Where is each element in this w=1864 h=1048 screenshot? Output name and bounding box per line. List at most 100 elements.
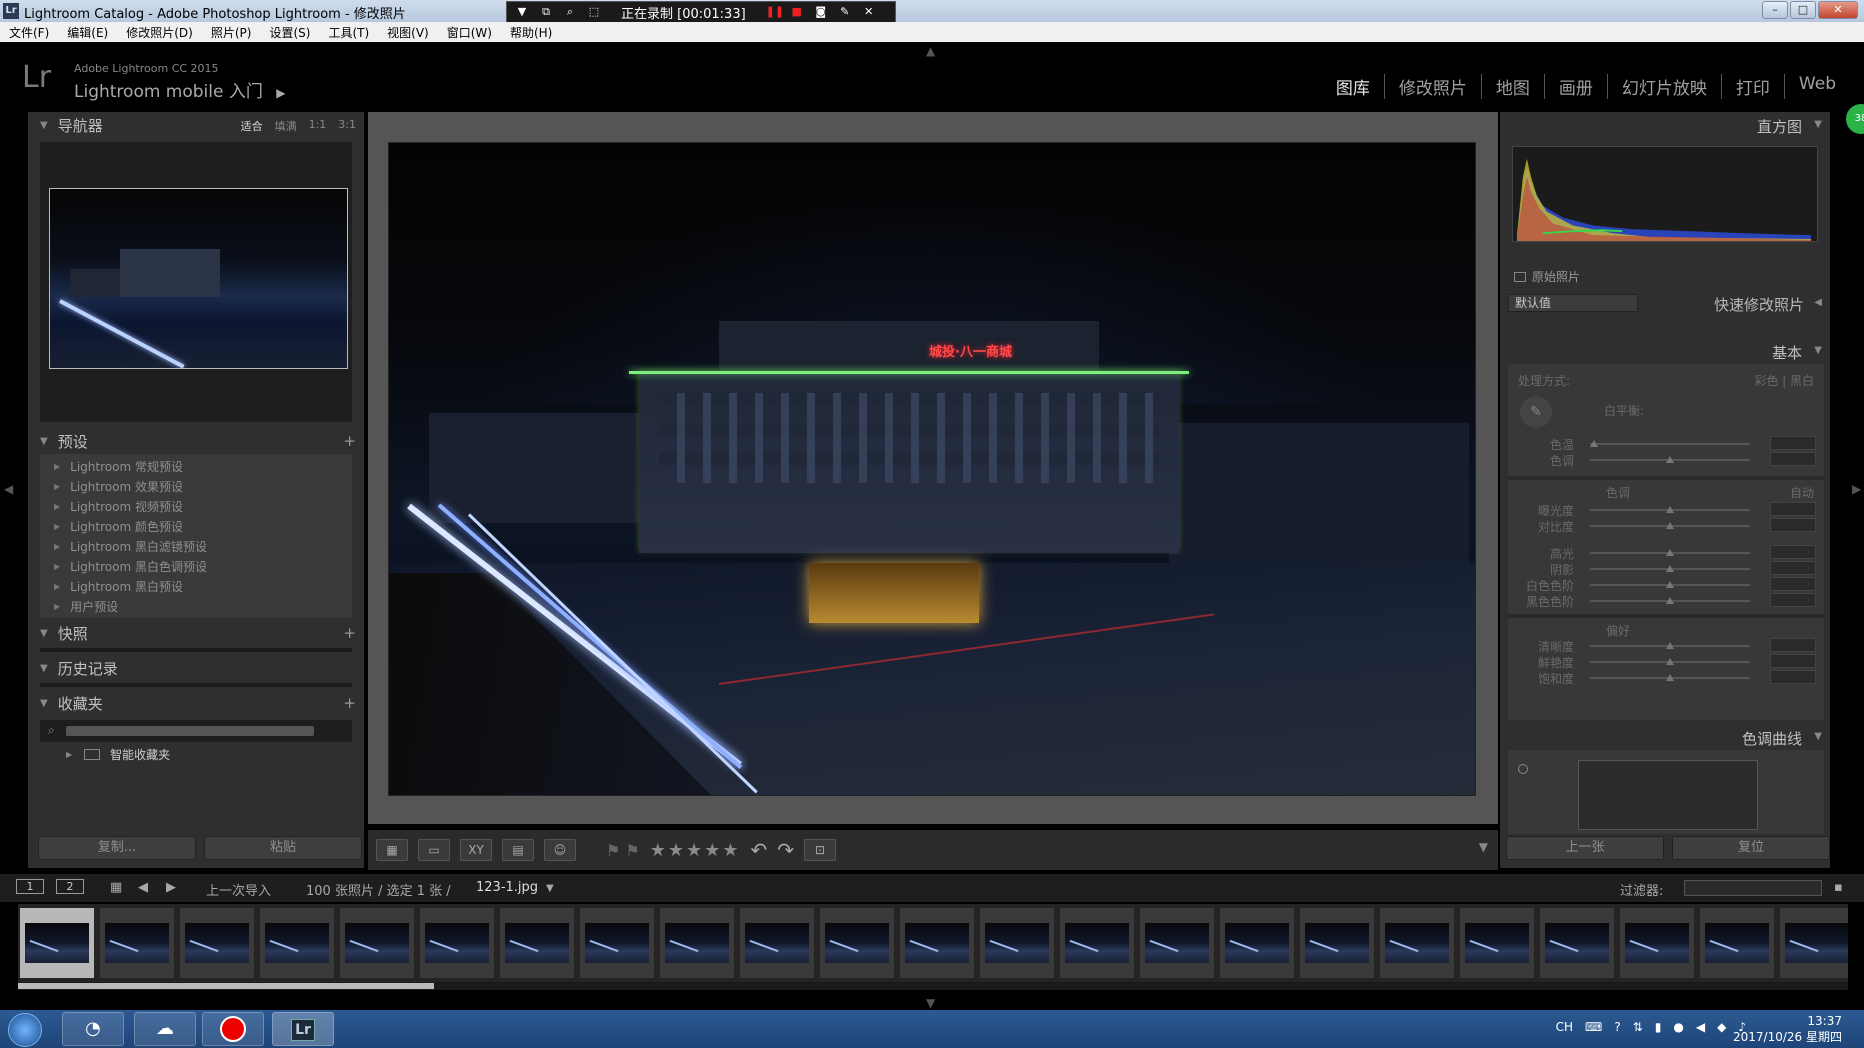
history-header[interactable]: ▼ 历史记录 <box>28 655 364 681</box>
slider-value[interactable] <box>1770 638 1816 652</box>
menu-photo[interactable]: 照片(P) <box>202 22 261 42</box>
toolbar-dropdown-icon[interactable]: ▼ <box>1479 840 1488 854</box>
flag-icons[interactable]: ⚑ ⚑ <box>606 841 640 860</box>
filmstrip-thumbnail[interactable] <box>1300 908 1374 978</box>
navigator-thumbnail[interactable] <box>49 188 348 369</box>
battery-icon[interactable]: ▮ <box>1655 1020 1662 1034</box>
filmstrip-thumbnail[interactable] <box>1220 908 1294 978</box>
dropdown-icon[interactable]: ▼ <box>515 5 529 19</box>
histogram-header[interactable]: 直方图 ▼ <box>1500 112 1830 138</box>
preset-folder[interactable]: ▶ Lightroom 黑白预设 <box>40 576 352 596</box>
filmstrip-thumbnail[interactable] <box>1700 908 1774 978</box>
shield-icon[interactable]: ◆ <box>1717 1020 1726 1034</box>
slider-clarity[interactable]: 清晰度 <box>1516 638 1816 654</box>
filmstrip-thumbnail[interactable] <box>340 908 414 978</box>
menu-file[interactable]: 文件(F) <box>0 22 58 42</box>
menu-view[interactable]: 视图(V) <box>378 22 438 42</box>
slider-highlights[interactable]: 高光 <box>1516 545 1816 561</box>
collections-header[interactable]: ▼ 收藏夹 + <box>28 690 364 716</box>
slider-contrast[interactable]: 对比度 <box>1516 518 1816 534</box>
slider-value[interactable] <box>1770 502 1816 516</box>
collection-item[interactable]: ▶ 智能收藏夹 <box>40 742 352 766</box>
filmstrip-thumbnail[interactable] <box>420 908 494 978</box>
collapse-icon[interactable]: ◀ <box>1814 297 1822 308</box>
preset-folder[interactable]: ▶ Lightroom 颜色预设 <box>40 516 352 536</box>
menu-develop[interactable]: 修改照片(D) <box>117 22 202 42</box>
filmstrip-thumbnail[interactable] <box>740 908 814 978</box>
zoom-fit[interactable]: 适合 <box>241 118 263 134</box>
reset-button[interactable]: 复位 <box>1672 836 1830 860</box>
filename[interactable]: 123-1.jpg <box>476 880 538 895</box>
slider-value[interactable] <box>1770 670 1816 684</box>
preset-folder[interactable]: ▶ Lightroom 常规预设 <box>40 456 352 476</box>
preset-folder[interactable]: ▶ 用户预设 <box>40 596 352 616</box>
main-photo[interactable]: 城投·八一商城 <box>388 142 1476 796</box>
collapse-left-icon[interactable]: ◀ <box>4 482 13 496</box>
taskbar-cloud[interactable]: ☁ <box>134 1012 196 1046</box>
filmstrip-thumbnail[interactable] <box>1540 908 1614 978</box>
taskbar-recorder[interactable] <box>202 1012 264 1046</box>
filmstrip-thumbnail[interactable] <box>1060 908 1134 978</box>
zoom-3-1[interactable]: 3:1 <box>338 118 356 134</box>
filmstrip-thumbnail[interactable] <box>100 908 174 978</box>
preset-folder[interactable]: ▶ Lightroom 黑白色调预设 <box>40 556 352 576</box>
collections-search[interactable]: ⌕ <box>40 720 352 742</box>
menu-settings[interactable]: 设置(S) <box>260 22 319 42</box>
filmstrip-thumbnail[interactable] <box>980 908 1054 978</box>
preset-select[interactable]: 默认值 <box>1508 294 1638 312</box>
zoom-icon[interactable]: ⌕ <box>563 5 577 19</box>
window-icon[interactable]: ⧉ <box>539 5 553 19</box>
snapshots-header[interactable]: ▼ 快照 + <box>28 620 364 646</box>
loupe-view-icon[interactable]: ▭ <box>418 839 450 861</box>
menu-help[interactable]: 帮助(H) <box>501 22 561 42</box>
zoom-fill[interactable]: 填满 <box>275 118 297 134</box>
pause-icon[interactable]: ❚❚ <box>766 5 784 19</box>
eyedropper-icon[interactable]: ✎ <box>1520 396 1552 428</box>
filmstrip-thumbnail[interactable] <box>260 908 334 978</box>
grid-view-icon[interactable]: ▦ <box>376 839 408 861</box>
close-button[interactable]: ✕ <box>1818 1 1858 19</box>
slider-tint[interactable]: 色调 <box>1516 452 1816 468</box>
preset-folder[interactable]: ▶ Lightroom 视频预设 <box>40 496 352 516</box>
maximize-button[interactable]: □ <box>1790 1 1816 19</box>
module-library[interactable]: 图库 <box>1322 74 1384 99</box>
filmstrip-thumbnail[interactable] <box>580 908 654 978</box>
auto-tone-button[interactable]: 自动 <box>1790 484 1814 501</box>
zoom-1-1[interactable]: 1:1 <box>309 118 327 134</box>
collapse-right-icon[interactable]: ▶ <box>1852 482 1861 496</box>
rotate-left-icon[interactable]: ↶ <box>750 838 767 862</box>
start-button[interactable] <box>8 1013 42 1047</box>
main-window-button[interactable]: 1 <box>16 879 44 894</box>
taskbar-chrome[interactable]: ◔ <box>62 1012 124 1046</box>
filmstrip-scrollbar[interactable] <box>18 982 1848 990</box>
checkbox[interactable] <box>1514 271 1526 282</box>
minimize-button[interactable]: – <box>1762 1 1788 19</box>
region-icon[interactable]: ⬚ <box>587 5 601 19</box>
copy-settings-button[interactable]: 复制... <box>38 836 196 860</box>
rotate-right-icon[interactable]: ↷ <box>777 838 794 862</box>
slider-value[interactable] <box>1770 518 1816 532</box>
stop-icon[interactable]: ■ <box>790 5 804 19</box>
basic-header[interactable]: 基本 ▼ <box>1500 338 1830 364</box>
grid-icon[interactable]: ▦ <box>110 880 122 895</box>
filmstrip-thumbnail[interactable] <box>1620 908 1694 978</box>
slider-saturation[interactable]: 饱和度 <box>1516 670 1816 686</box>
survey-view-icon[interactable]: ▤ <box>502 839 534 861</box>
module-book[interactable]: 画册 <box>1543 74 1607 99</box>
module-slideshow[interactable]: 幻灯片放映 <box>1606 74 1721 99</box>
clock[interactable]: 13:37 2017/10/26 星期四 <box>1733 1013 1842 1045</box>
menu-window[interactable]: 窗口(W) <box>438 22 501 42</box>
process-options[interactable]: 彩色 | 黑白 <box>1754 372 1814 389</box>
module-print[interactable]: 打印 <box>1720 74 1784 99</box>
source-label[interactable]: 上一次导入 <box>206 880 271 899</box>
taskbar-lightroom[interactable]: Lr <box>272 1012 334 1046</box>
speaker-icon[interactable]: ◀ <box>1696 1020 1705 1034</box>
navigator-header[interactable]: ▼ 导航器 适合 填满 1:1 3:1 <box>28 112 364 138</box>
filmstrip-thumbnail[interactable] <box>180 908 254 978</box>
compare-view-icon[interactable]: XY <box>460 839 492 861</box>
menu-edit[interactable]: 编辑(E) <box>58 22 117 42</box>
preset-folder[interactable]: ▶ Lightroom 黑白滤镜预设 <box>40 536 352 556</box>
filmstrip-thumbnail[interactable] <box>1140 908 1214 978</box>
filmstrip-thumbnail[interactable] <box>500 908 574 978</box>
paste-settings-button[interactable]: 粘贴 <box>204 836 362 860</box>
